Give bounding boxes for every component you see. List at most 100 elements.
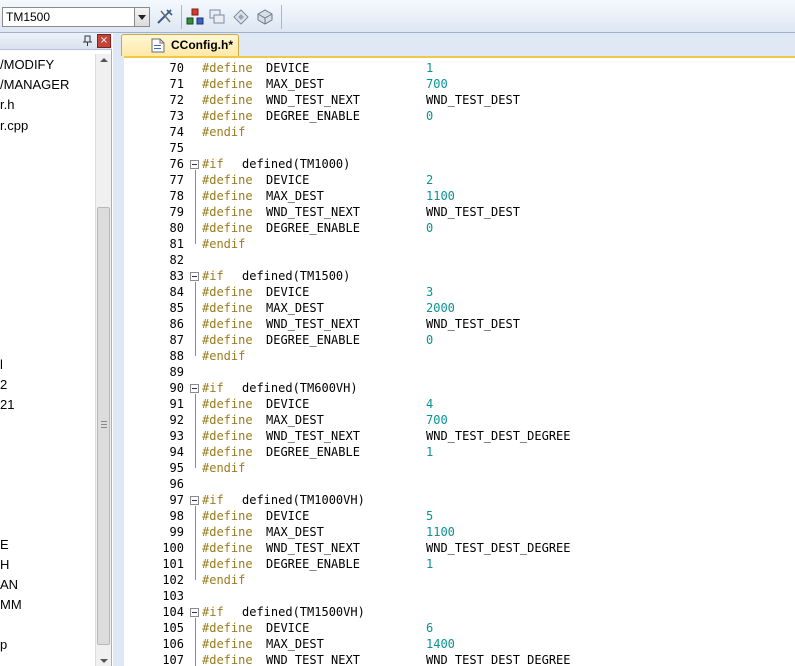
window-icon[interactable] bbox=[208, 8, 226, 26]
macro-value: 2 bbox=[426, 173, 434, 187]
list-item[interactable]: 21 bbox=[0, 397, 14, 412]
code-line: 79 #define WND_TEST_NEXT WND_TEST_DEST bbox=[124, 204, 795, 220]
code-line: 106 #define MAX_DEST 1400 bbox=[124, 636, 795, 652]
macro-name: DEVICE bbox=[266, 509, 310, 523]
line-number: 98 bbox=[169, 509, 184, 523]
list-item[interactable]: MM bbox=[0, 597, 22, 612]
preprocessor-keyword: #define bbox=[202, 221, 253, 235]
fold-guide bbox=[195, 506, 196, 580]
editor-area: CConfig.h* 70 #define DEVICE 1 71 #define MAX_… bbox=[113, 33, 795, 666]
line-number: 97 bbox=[169, 493, 184, 507]
line-number: 100 bbox=[162, 541, 184, 555]
condition-text: defined(TM1000VH) bbox=[242, 493, 365, 507]
code-line: 84 #define DEVICE 3 bbox=[124, 284, 795, 300]
collapse-icon[interactable] bbox=[190, 496, 199, 505]
code-line: 72 #define WND_TEST_NEXT WND_TEST_DEST bbox=[124, 92, 795, 108]
code-line: 107 #define WND_TEST_NEXT WND_TEST_DEST_DEG… bbox=[124, 652, 795, 666]
macro-name: WND_TEST_NEXT bbox=[266, 541, 360, 555]
disk-icon[interactable] bbox=[256, 8, 274, 26]
list-item[interactable]: r.h bbox=[0, 97, 14, 112]
line-number: 94 bbox=[169, 445, 184, 459]
code-line: 73 #define DEGREE_ENABLE 0 bbox=[124, 108, 795, 124]
scroll-up-icon[interactable] bbox=[100, 58, 108, 62]
collapse-icon[interactable] bbox=[190, 608, 199, 617]
line-number: 105 bbox=[162, 621, 184, 635]
pin-icon[interactable] bbox=[82, 35, 93, 47]
list-item[interactable]: p bbox=[0, 637, 7, 652]
macro-value: 2000 bbox=[426, 301, 455, 315]
line-number: 85 bbox=[169, 301, 184, 315]
line-number: 72 bbox=[169, 93, 184, 107]
macro-value: 4 bbox=[426, 397, 434, 411]
macro-name: MAX_DEST bbox=[266, 413, 324, 427]
list-item[interactable]: l bbox=[0, 357, 3, 372]
preprocessor-keyword: #define bbox=[202, 429, 253, 443]
macro-name: WND_TEST_NEXT bbox=[266, 93, 360, 107]
fold-guide bbox=[195, 618, 196, 666]
code-line: 81 #endif bbox=[124, 236, 795, 252]
chevron-down-icon[interactable] bbox=[134, 8, 149, 26]
code-line: 91 #define DEVICE 4 bbox=[124, 396, 795, 412]
line-number: 80 bbox=[169, 221, 184, 235]
line-number: 79 bbox=[169, 205, 184, 219]
list-item[interactable]: 2 bbox=[0, 377, 7, 392]
scroll-down-icon[interactable] bbox=[100, 659, 108, 663]
line-number: 75 bbox=[169, 141, 184, 155]
macro-value: 0 bbox=[426, 109, 434, 123]
line-number: 74 bbox=[169, 125, 184, 139]
toolbar: TM1500 bbox=[0, 0, 795, 33]
preprocessor-keyword: #define bbox=[202, 93, 253, 107]
toolbar-separator bbox=[281, 5, 282, 29]
code-line: 88 #endif bbox=[124, 348, 795, 364]
macro-name: MAX_DEST bbox=[266, 189, 324, 203]
code-line: 76 #if defined(TM1000) bbox=[124, 156, 795, 172]
macro-value: 700 bbox=[426, 77, 448, 91]
line-number: 107 bbox=[162, 653, 184, 666]
code-editor[interactable]: 70 #define DEVICE 1 71 #define MAX_DEST 700 72 #d… bbox=[124, 56, 795, 666]
line-number: 104 bbox=[162, 605, 184, 619]
preprocessor-keyword: #if bbox=[202, 269, 224, 283]
code-line: 90 #if defined(TM600VH) bbox=[124, 380, 795, 396]
preprocessor-keyword: #endif bbox=[202, 349, 246, 363]
close-icon[interactable]: × bbox=[97, 34, 111, 48]
line-number: 90 bbox=[169, 381, 184, 395]
line-number: 102 bbox=[162, 573, 184, 587]
diamond-icon[interactable] bbox=[232, 8, 250, 26]
collapse-icon[interactable] bbox=[190, 272, 199, 281]
macro-value: 1100 bbox=[426, 189, 455, 203]
wrench-icon[interactable] bbox=[156, 8, 174, 26]
macro-name: DEGREE_ENABLE bbox=[266, 221, 360, 235]
preprocessor-keyword: #define bbox=[202, 77, 253, 91]
list-item[interactable]: AN bbox=[0, 577, 18, 592]
preprocessor-keyword: #define bbox=[202, 413, 253, 427]
code-line: 92 #define MAX_DEST 700 bbox=[124, 412, 795, 428]
preprocessor-keyword: #define bbox=[202, 317, 253, 331]
pane-scrollbar[interactable] bbox=[95, 54, 111, 666]
macro-value: 1100 bbox=[426, 525, 455, 539]
fold-guide bbox=[195, 170, 196, 244]
list-item[interactable]: /MANAGER bbox=[0, 77, 69, 92]
preprocessor-keyword: #endif bbox=[202, 573, 246, 587]
code-line: 74 #endif bbox=[124, 124, 795, 140]
line-number: 84 bbox=[169, 285, 184, 299]
scrollbar-thumb[interactable] bbox=[97, 207, 110, 645]
line-number: 91 bbox=[169, 397, 184, 411]
config-combo[interactable]: TM1500 bbox=[2, 7, 150, 27]
preprocessor-keyword: #if bbox=[202, 381, 224, 395]
preprocessor-keyword: #if bbox=[202, 157, 224, 171]
condition-text: defined(TM1000) bbox=[242, 157, 351, 171]
list-item[interactable]: E bbox=[0, 537, 9, 552]
tab-cconfig-h[interactable]: CConfig.h* bbox=[121, 34, 239, 56]
line-number: 106 bbox=[162, 637, 184, 651]
list-item[interactable]: /MODIFY bbox=[0, 57, 54, 72]
collapse-icon[interactable] bbox=[190, 384, 199, 393]
code-line: 102 #endif bbox=[124, 572, 795, 588]
list-item[interactable]: r.cpp bbox=[0, 118, 28, 133]
code-line: 103 bbox=[124, 588, 795, 604]
line-number: 81 bbox=[169, 237, 184, 251]
macro-value: WND_TEST_DEST_DEGREE bbox=[426, 653, 571, 666]
collapse-icon[interactable] bbox=[190, 160, 199, 169]
list-item[interactable]: H bbox=[0, 557, 9, 572]
line-number: 76 bbox=[169, 157, 184, 171]
class-wizard-icon[interactable] bbox=[186, 8, 204, 26]
